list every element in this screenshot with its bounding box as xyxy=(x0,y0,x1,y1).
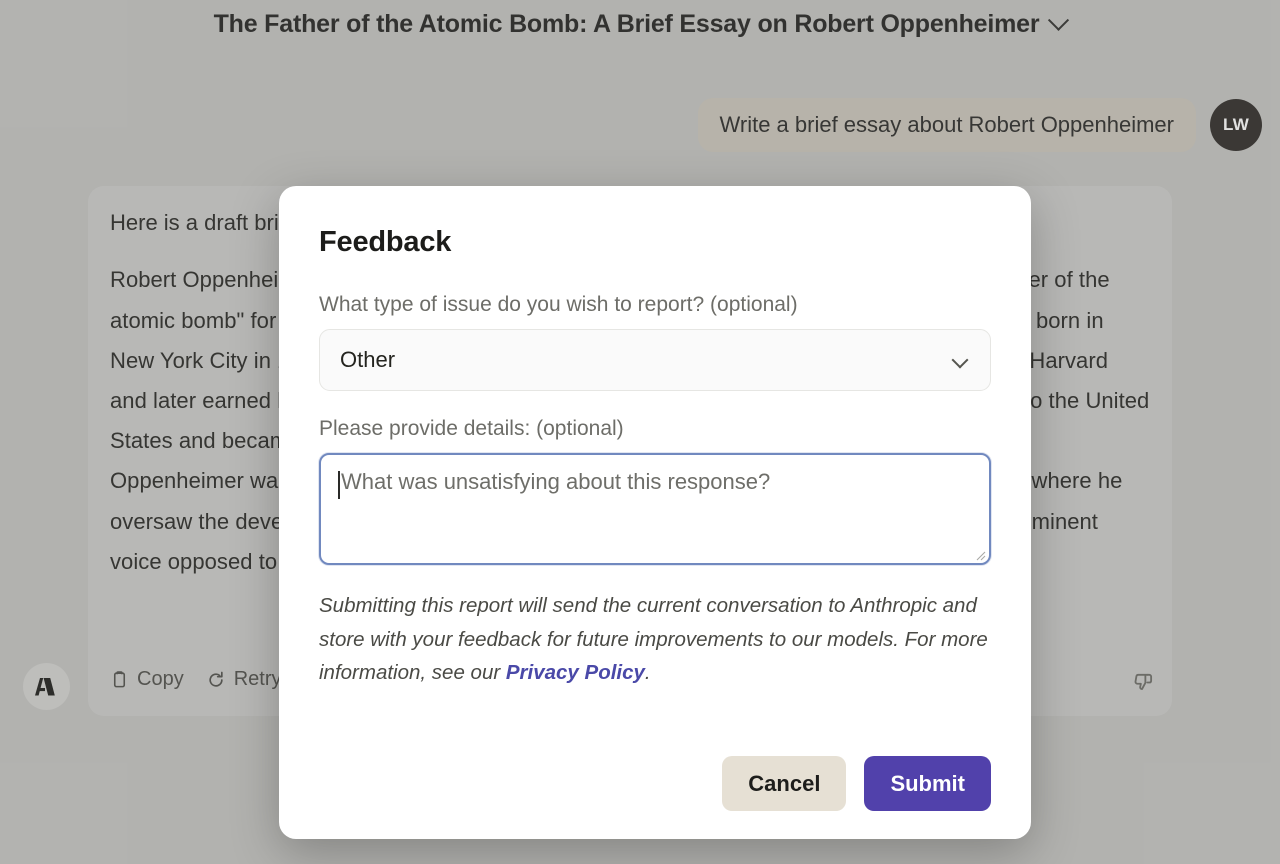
disclaimer-before-link: Submitting this report will send the cur… xyxy=(319,594,988,684)
submit-button[interactable]: Submit xyxy=(864,756,991,811)
disclaimer-after-link: . xyxy=(644,661,651,684)
issue-type-select[interactable]: Other xyxy=(319,329,991,391)
disclaimer-text: Submitting this report will send the cur… xyxy=(319,589,995,690)
text-cursor xyxy=(338,471,340,499)
conversation-page: The Father of the Atomic Bomb: A Brief E… xyxy=(0,0,1280,864)
issue-type-label: What type of issue do you wish to report… xyxy=(319,293,798,316)
issue-type-selected-value: Other xyxy=(340,347,396,372)
details-input[interactable]: What was unsatisfying about this respons… xyxy=(319,453,991,565)
details-label: Please provide details: (optional) xyxy=(319,417,624,440)
resize-grip-icon[interactable] xyxy=(974,548,986,561)
dialog-title: Feedback xyxy=(319,226,452,258)
feedback-dialog: Feedback What type of issue do you wish … xyxy=(279,186,1031,839)
cancel-button[interactable]: Cancel xyxy=(722,756,847,811)
chevron-down-icon xyxy=(951,351,969,369)
details-placeholder: What was unsatisfying about this respons… xyxy=(341,469,771,494)
privacy-policy-link[interactable]: Privacy Policy xyxy=(506,661,645,684)
dialog-footer: Cancel Submit xyxy=(722,756,991,811)
